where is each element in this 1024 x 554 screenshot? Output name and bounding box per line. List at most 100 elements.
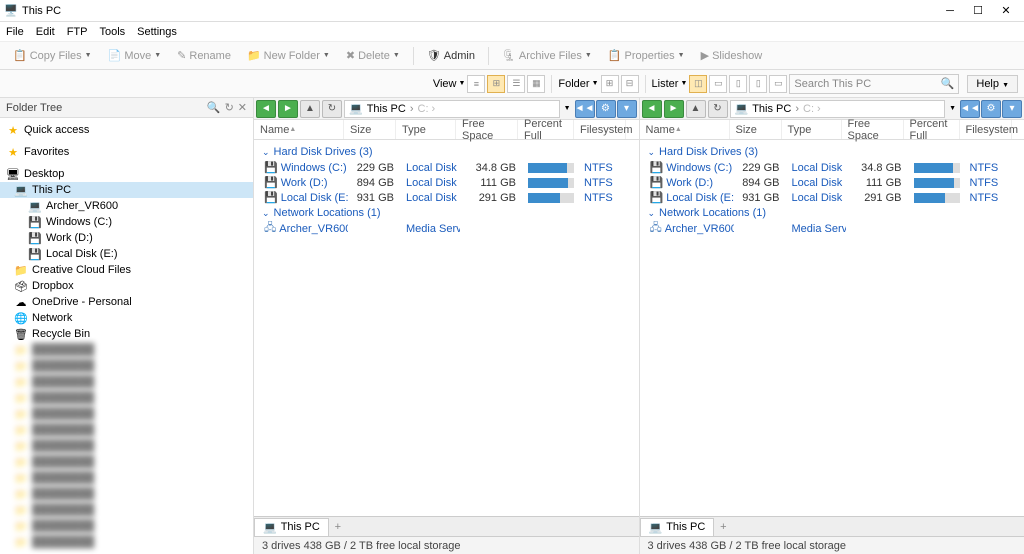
tree-item-quick-access[interactable]: ★Quick access (0, 122, 253, 138)
sidebar-close-icon[interactable]: ✕ (238, 101, 247, 114)
tree-item-network[interactable]: 🌐Network (0, 310, 253, 326)
sidebar-refresh-icon[interactable]: ↻ (225, 101, 234, 114)
menu-ftp[interactable]: FTP (67, 26, 88, 38)
tree-item-blurred: 📁████████ (0, 390, 253, 406)
tree-item-work-d-[interactable]: 💾Work (D:) (0, 230, 253, 246)
copy-files-button[interactable]: 📋Copy Files▼ (6, 46, 99, 65)
rename-button[interactable]: ✎Rename (170, 46, 238, 65)
col-free[interactable]: Free Space (842, 120, 904, 139)
lister-mode-3[interactable]: ▯ (729, 75, 747, 93)
breadcrumb[interactable]: 💻This PC›C: › (730, 100, 946, 118)
view-mode-1[interactable]: ≡ (467, 75, 485, 93)
nav-settings-button[interactable]: ⚙ (596, 100, 616, 118)
drive-row[interactable]: 💾Local Disk (E:)931 GBLocal Disk291 GBNT… (254, 190, 639, 205)
slideshow-button[interactable]: ▶Slideshow (694, 46, 770, 65)
nav-forward-button[interactable]: ► (664, 100, 684, 118)
lister-mode-5[interactable]: ▭ (769, 75, 787, 93)
tree-item-recycle-bin[interactable]: 🗑Recycle Bin (0, 326, 253, 342)
tab-this-pc[interactable]: 💻This PC (640, 518, 715, 536)
tree-item-creative-cloud-files[interactable]: 📁Creative Cloud Files (0, 262, 253, 278)
close-button[interactable]: ✕ (992, 2, 1020, 20)
search-input[interactable]: Search This PC🔍 (789, 74, 959, 94)
drive-row[interactable]: 💾Work (D:)894 GBLocal Disk111 GBNTFS (254, 175, 639, 190)
menu-tools[interactable]: Tools (99, 26, 125, 38)
tab-this-pc[interactable]: 💻This PC (254, 518, 329, 536)
folder-mode-2[interactable]: ⊟ (621, 75, 639, 93)
lister-mode-1[interactable]: ◫ (689, 75, 707, 93)
nav-settings-button[interactable]: ⚙ (981, 100, 1001, 118)
col-pct[interactable]: Percent Full (904, 120, 960, 139)
tabstrip: 💻This PC+ (640, 516, 1024, 536)
menu-file[interactable]: File (6, 26, 24, 38)
view-mode-3[interactable]: ☰ (507, 75, 525, 93)
col-type[interactable]: Type (782, 120, 842, 139)
minimize-button[interactable]: ─ (936, 2, 964, 20)
folder-mode-1[interactable]: ⊞ (601, 75, 619, 93)
view-mode-2[interactable]: ⊞ (487, 75, 505, 93)
help-button[interactable]: Help ▼ (967, 75, 1018, 93)
tree-item-favorites[interactable]: ★Favorites (0, 144, 253, 160)
nav-refresh-button[interactable]: ↻ (322, 100, 342, 118)
col-name[interactable]: Name ▲ (254, 120, 344, 139)
group-hard-disk-drives[interactable]: ⌄Hard Disk Drives (3) (254, 144, 639, 160)
sidebar-header: Folder Tree 🔍 ↻ ✕ (0, 98, 253, 118)
properties-button[interactable]: 📋Properties▼ (601, 46, 692, 65)
tree-item-blurred: 📁████████ (0, 374, 253, 390)
titlebar: 🖥️ This PC ─ ☐ ✕ (0, 0, 1024, 22)
col-free[interactable]: Free Space (456, 120, 518, 139)
breadcrumb[interactable]: 💻This PC›C: › (344, 100, 560, 118)
admin-button[interactable]: 🛡Admin (420, 46, 482, 65)
tree-item-desktop[interactable]: 🖥Desktop (0, 166, 253, 182)
tree-item-blurred: 📁████████ (0, 470, 253, 486)
col-size[interactable]: Size (730, 120, 782, 139)
tree-item-blurred: 📁████████ (0, 502, 253, 518)
drive-row[interactable]: 💾Windows (C:)229 GBLocal Disk34.8 GBNTFS (640, 160, 1024, 175)
tree-item-this-pc[interactable]: 💻This PC (0, 182, 253, 198)
nav-back-button[interactable]: ◄ (642, 100, 662, 118)
nav-forward-button[interactable]: ► (278, 100, 298, 118)
drive-row[interactable]: 💾Work (D:)894 GBLocal Disk111 GBNTFS (640, 175, 1024, 190)
tree-item-local-disk-e-[interactable]: 💾Local Disk (E:) (0, 246, 253, 262)
nav-back-button[interactable]: ◄ (256, 100, 276, 118)
view-mode-4[interactable]: ▦ (527, 75, 545, 93)
lister-mode-4[interactable]: ▯ (749, 75, 767, 93)
network-row[interactable]: 🖧Archer_VR600Media Server (640, 221, 1024, 236)
menu-edit[interactable]: Edit (36, 26, 55, 38)
tree-item-blurred: 📁████████ (0, 342, 253, 358)
tab-add-button[interactable]: + (329, 521, 347, 533)
delete-button[interactable]: ✖Delete▼ (339, 46, 407, 65)
nav-up-button[interactable]: ▲ (300, 100, 320, 118)
tab-add-button[interactable]: + (714, 521, 732, 533)
tree-item-blurred: 📁████████ (0, 422, 253, 438)
nav-up-button[interactable]: ▲ (686, 100, 706, 118)
folder-tree: ★Quick access ★Favorites 🖥Desktop💻This PC💻… (0, 118, 253, 554)
col-fs[interactable]: Filesystem (960, 120, 1012, 139)
drive-row[interactable]: 💾Local Disk (E:)931 GBLocal Disk291 GBNT… (640, 190, 1024, 205)
drive-row[interactable]: 💾Windows (C:)229 GBLocal Disk34.8 GBNTFS (254, 160, 639, 175)
lister-mode-2[interactable]: ▭ (709, 75, 727, 93)
col-size[interactable]: Size (344, 120, 396, 139)
nav-refresh-button[interactable]: ↻ (708, 100, 728, 118)
group-hard-disk-drives[interactable]: ⌄Hard Disk Drives (3) (640, 144, 1024, 160)
new-folder-button[interactable]: 📁New Folder▼ (240, 46, 337, 65)
tree-item-onedrive-personal[interactable]: ☁OneDrive - Personal (0, 294, 253, 310)
nav-pin-button[interactable]: ◄◄ (575, 100, 595, 118)
folder-label: Folder (558, 78, 589, 90)
col-type[interactable]: Type (396, 120, 456, 139)
tabstrip: 💻This PC+ (254, 516, 639, 536)
maximize-button[interactable]: ☐ (964, 2, 992, 20)
col-name[interactable]: Name ▲ (640, 120, 730, 139)
tree-item-archer-vr600[interactable]: 💻Archer_VR600 (0, 198, 253, 214)
nav-pin-button[interactable]: ◄◄ (960, 100, 980, 118)
tree-item-dropbox[interactable]: 🗳Dropbox (0, 278, 253, 294)
tree-item-windows-c-[interactable]: 💾Windows (C:) (0, 214, 253, 230)
nav-menu-button[interactable]: ▾ (617, 100, 637, 118)
col-pct[interactable]: Percent Full (518, 120, 574, 139)
col-fs[interactable]: Filesystem (574, 120, 626, 139)
move-button[interactable]: 📄Move▼ (101, 46, 169, 65)
archive-button[interactable]: 🗜Archive Files▼ (495, 46, 599, 65)
nav-menu-button[interactable]: ▾ (1002, 100, 1022, 118)
network-row[interactable]: 🖧Archer_VR600Media Server (254, 221, 639, 236)
menu-settings[interactable]: Settings (137, 26, 177, 38)
sidebar-search-icon[interactable]: 🔍 (207, 101, 221, 114)
